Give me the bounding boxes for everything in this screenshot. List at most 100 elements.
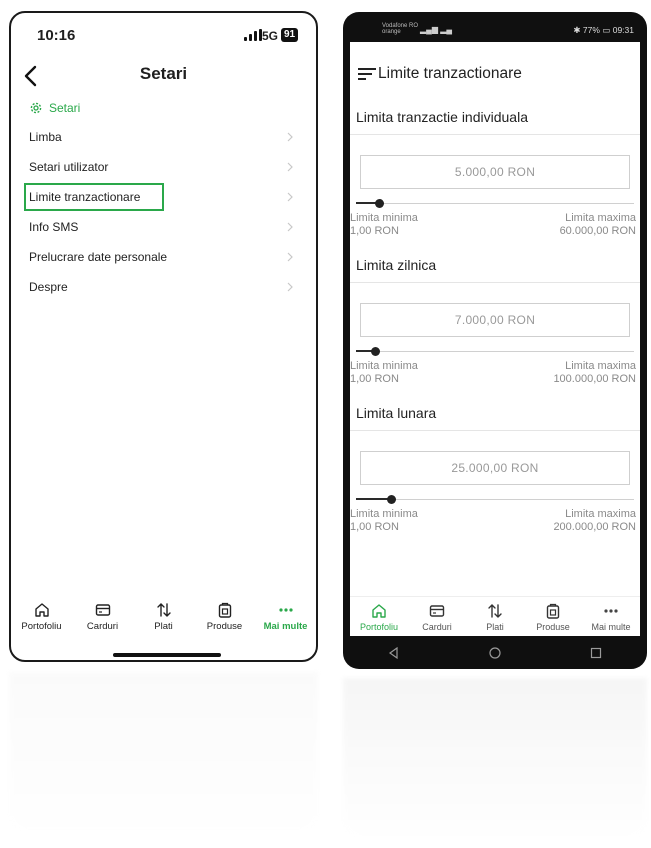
- slider-handle[interactable]: [386, 495, 396, 504]
- settings-item-info-sms[interactable]: Info SMS: [11, 212, 316, 242]
- tab-mai-multe[interactable]: Mai multe: [582, 597, 640, 636]
- tab-label: Plati: [486, 622, 504, 632]
- settings-item-label: Limba: [29, 130, 62, 144]
- tab-produse[interactable]: Produse: [194, 601, 255, 643]
- tab-portofoliu[interactable]: Portofoliu: [350, 597, 408, 636]
- tab-label: Produse: [536, 622, 570, 632]
- status-operator: Vodafone RO orange: [382, 23, 419, 35]
- home-icon: [372, 604, 386, 618]
- tab-plati[interactable]: Plati: [133, 601, 194, 643]
- bottom-tab-bar: Portofoliu Carduri Plati Produse Mai mul…: [11, 601, 316, 643]
- limit-block: Limita zilnica 7.000,00 RON Limita minim…: [350, 254, 640, 386]
- limit-range: Limita minima 1,00 RON Limita maxima 200.0…: [350, 508, 640, 534]
- chevron-right-icon: [287, 192, 293, 202]
- tab-carduri[interactable]: Carduri: [408, 597, 466, 636]
- max-value: 60.000,00 RON: [559, 225, 636, 237]
- slider-handle[interactable]: [371, 347, 381, 356]
- menu-icon[interactable]: [356, 66, 378, 82]
- min-label: Limita minima: [350, 508, 418, 520]
- card-icon: [95, 604, 110, 616]
- settings-item-label: Info SMS: [29, 220, 79, 234]
- limit-title: Limita lunara: [356, 405, 437, 421]
- settings-item-label: Despre: [29, 280, 68, 294]
- tab-mai-multe[interactable]: Mai multe: [255, 601, 316, 643]
- status-time: 10:16: [37, 27, 76, 44]
- android-nav-bar: [343, 636, 647, 669]
- chevron-right-icon: [287, 282, 293, 292]
- battery-percent: 77%: [582, 25, 600, 35]
- limit-title: Limita zilnica: [356, 257, 437, 273]
- page-title: Limite tranzactionare: [378, 65, 522, 82]
- home-icon: [34, 603, 49, 617]
- tab-label: Produse: [206, 621, 243, 632]
- tab-label: Mai multe: [263, 621, 308, 632]
- max-value: 200.000,00 RON: [553, 521, 636, 533]
- slider-handle[interactable]: [375, 199, 385, 208]
- right-reflection: [343, 678, 647, 838]
- slider-track: [356, 499, 634, 500]
- limits-list: Limita tranzactie individuala 5.000,00 R…: [350, 106, 640, 534]
- tab-label: Carduri: [422, 622, 452, 632]
- max-label: Limita maxima: [565, 508, 636, 520]
- chevron-right-icon: [287, 252, 293, 262]
- divider: [350, 430, 640, 431]
- bluetooth-icon: ✱: [573, 25, 581, 35]
- tab-label: Portofoliu: [21, 621, 62, 632]
- limit-slider[interactable]: [356, 197, 634, 211]
- section-header: Setari: [29, 98, 80, 118]
- settings-phone: 10:16 5G 91 Setari Setari Limba Setari u…: [9, 11, 318, 662]
- tab-plati[interactable]: Plati: [466, 597, 524, 636]
- limit-range: Limita minima 1,00 RON Limita maxima 60.00…: [350, 212, 640, 238]
- limit-title: Limita tranzactie individuala: [356, 109, 528, 125]
- limit-slider[interactable]: [356, 345, 634, 359]
- status-time: 09:31: [612, 25, 634, 35]
- settings-item-limba[interactable]: Limba: [11, 122, 316, 152]
- gear-icon: [30, 102, 42, 114]
- tab-label: Carduri: [86, 621, 119, 632]
- status-right: ✱ 77% ▭ 09:31: [573, 25, 634, 36]
- limits-phone: Vodafone RO orange ▂▄▆ ▂▄ ✱ 77% ▭ 09:31 …: [343, 12, 647, 669]
- chevron-right-icon: [287, 222, 293, 232]
- signal-icon: ▂▄▆ ▂▄: [420, 25, 453, 34]
- max-label: Limita maxima: [565, 212, 636, 224]
- recents-square-icon[interactable]: [589, 646, 603, 660]
- network-type: 5G: [262, 29, 279, 43]
- settings-item-limite-tranzactionare[interactable]: Limite tranzactionare: [11, 182, 316, 212]
- max-label: Limita maxima: [565, 360, 636, 372]
- battery-icon: ▭: [602, 25, 611, 35]
- tab-produse[interactable]: Produse: [524, 597, 582, 636]
- status-bar: 10:16 5G 91: [11, 13, 316, 47]
- max-value: 100.000,00 RON: [553, 373, 636, 385]
- limit-block: Limita tranzactie individuala 5.000,00 R…: [350, 106, 640, 238]
- limit-slider[interactable]: [356, 493, 634, 507]
- more-icon: [604, 609, 618, 613]
- divider: [350, 134, 640, 135]
- more-icon: [278, 608, 293, 612]
- left-reflection: [9, 672, 318, 832]
- product-icon: [546, 603, 560, 619]
- home-circle-icon[interactable]: [488, 646, 502, 660]
- min-label: Limita minima: [350, 360, 418, 372]
- home-indicator[interactable]: [113, 653, 221, 657]
- card-icon: [429, 605, 445, 617]
- battery-badge: 91: [281, 28, 299, 42]
- settings-item-label: Setari utilizator: [29, 160, 109, 174]
- back-triangle-icon[interactable]: [387, 646, 401, 660]
- tab-portofoliu[interactable]: Portofoliu: [11, 601, 72, 643]
- slider-track: [356, 203, 634, 204]
- settings-item-setari-utilizator[interactable]: Setari utilizator: [11, 152, 316, 182]
- bottom-tab-bar: Portofoliu Carduri Plati Produse Mai mul…: [350, 596, 640, 636]
- status-bar: Vodafone RO orange ▂▄▆ ▂▄ ✱ 77% ▭ 09:31: [350, 20, 640, 42]
- chevron-right-icon: [287, 162, 293, 172]
- tab-carduri[interactable]: Carduri: [72, 601, 133, 643]
- limit-input[interactable]: 7.000,00 RON: [360, 303, 630, 337]
- settings-item-prelucrare-date[interactable]: Prelucrare date personale: [11, 242, 316, 272]
- settings-item-label: Prelucrare date personale: [29, 250, 168, 264]
- settings-item-despre[interactable]: Despre: [11, 272, 316, 302]
- tab-label: Mai multe: [591, 622, 631, 632]
- tab-label: Plati: [154, 621, 173, 632]
- page-title: Setari: [139, 64, 188, 83]
- limit-input[interactable]: 25.000,00 RON: [360, 451, 630, 485]
- slider-fill: [356, 498, 391, 500]
- limit-input[interactable]: 5.000,00 RON: [360, 155, 630, 189]
